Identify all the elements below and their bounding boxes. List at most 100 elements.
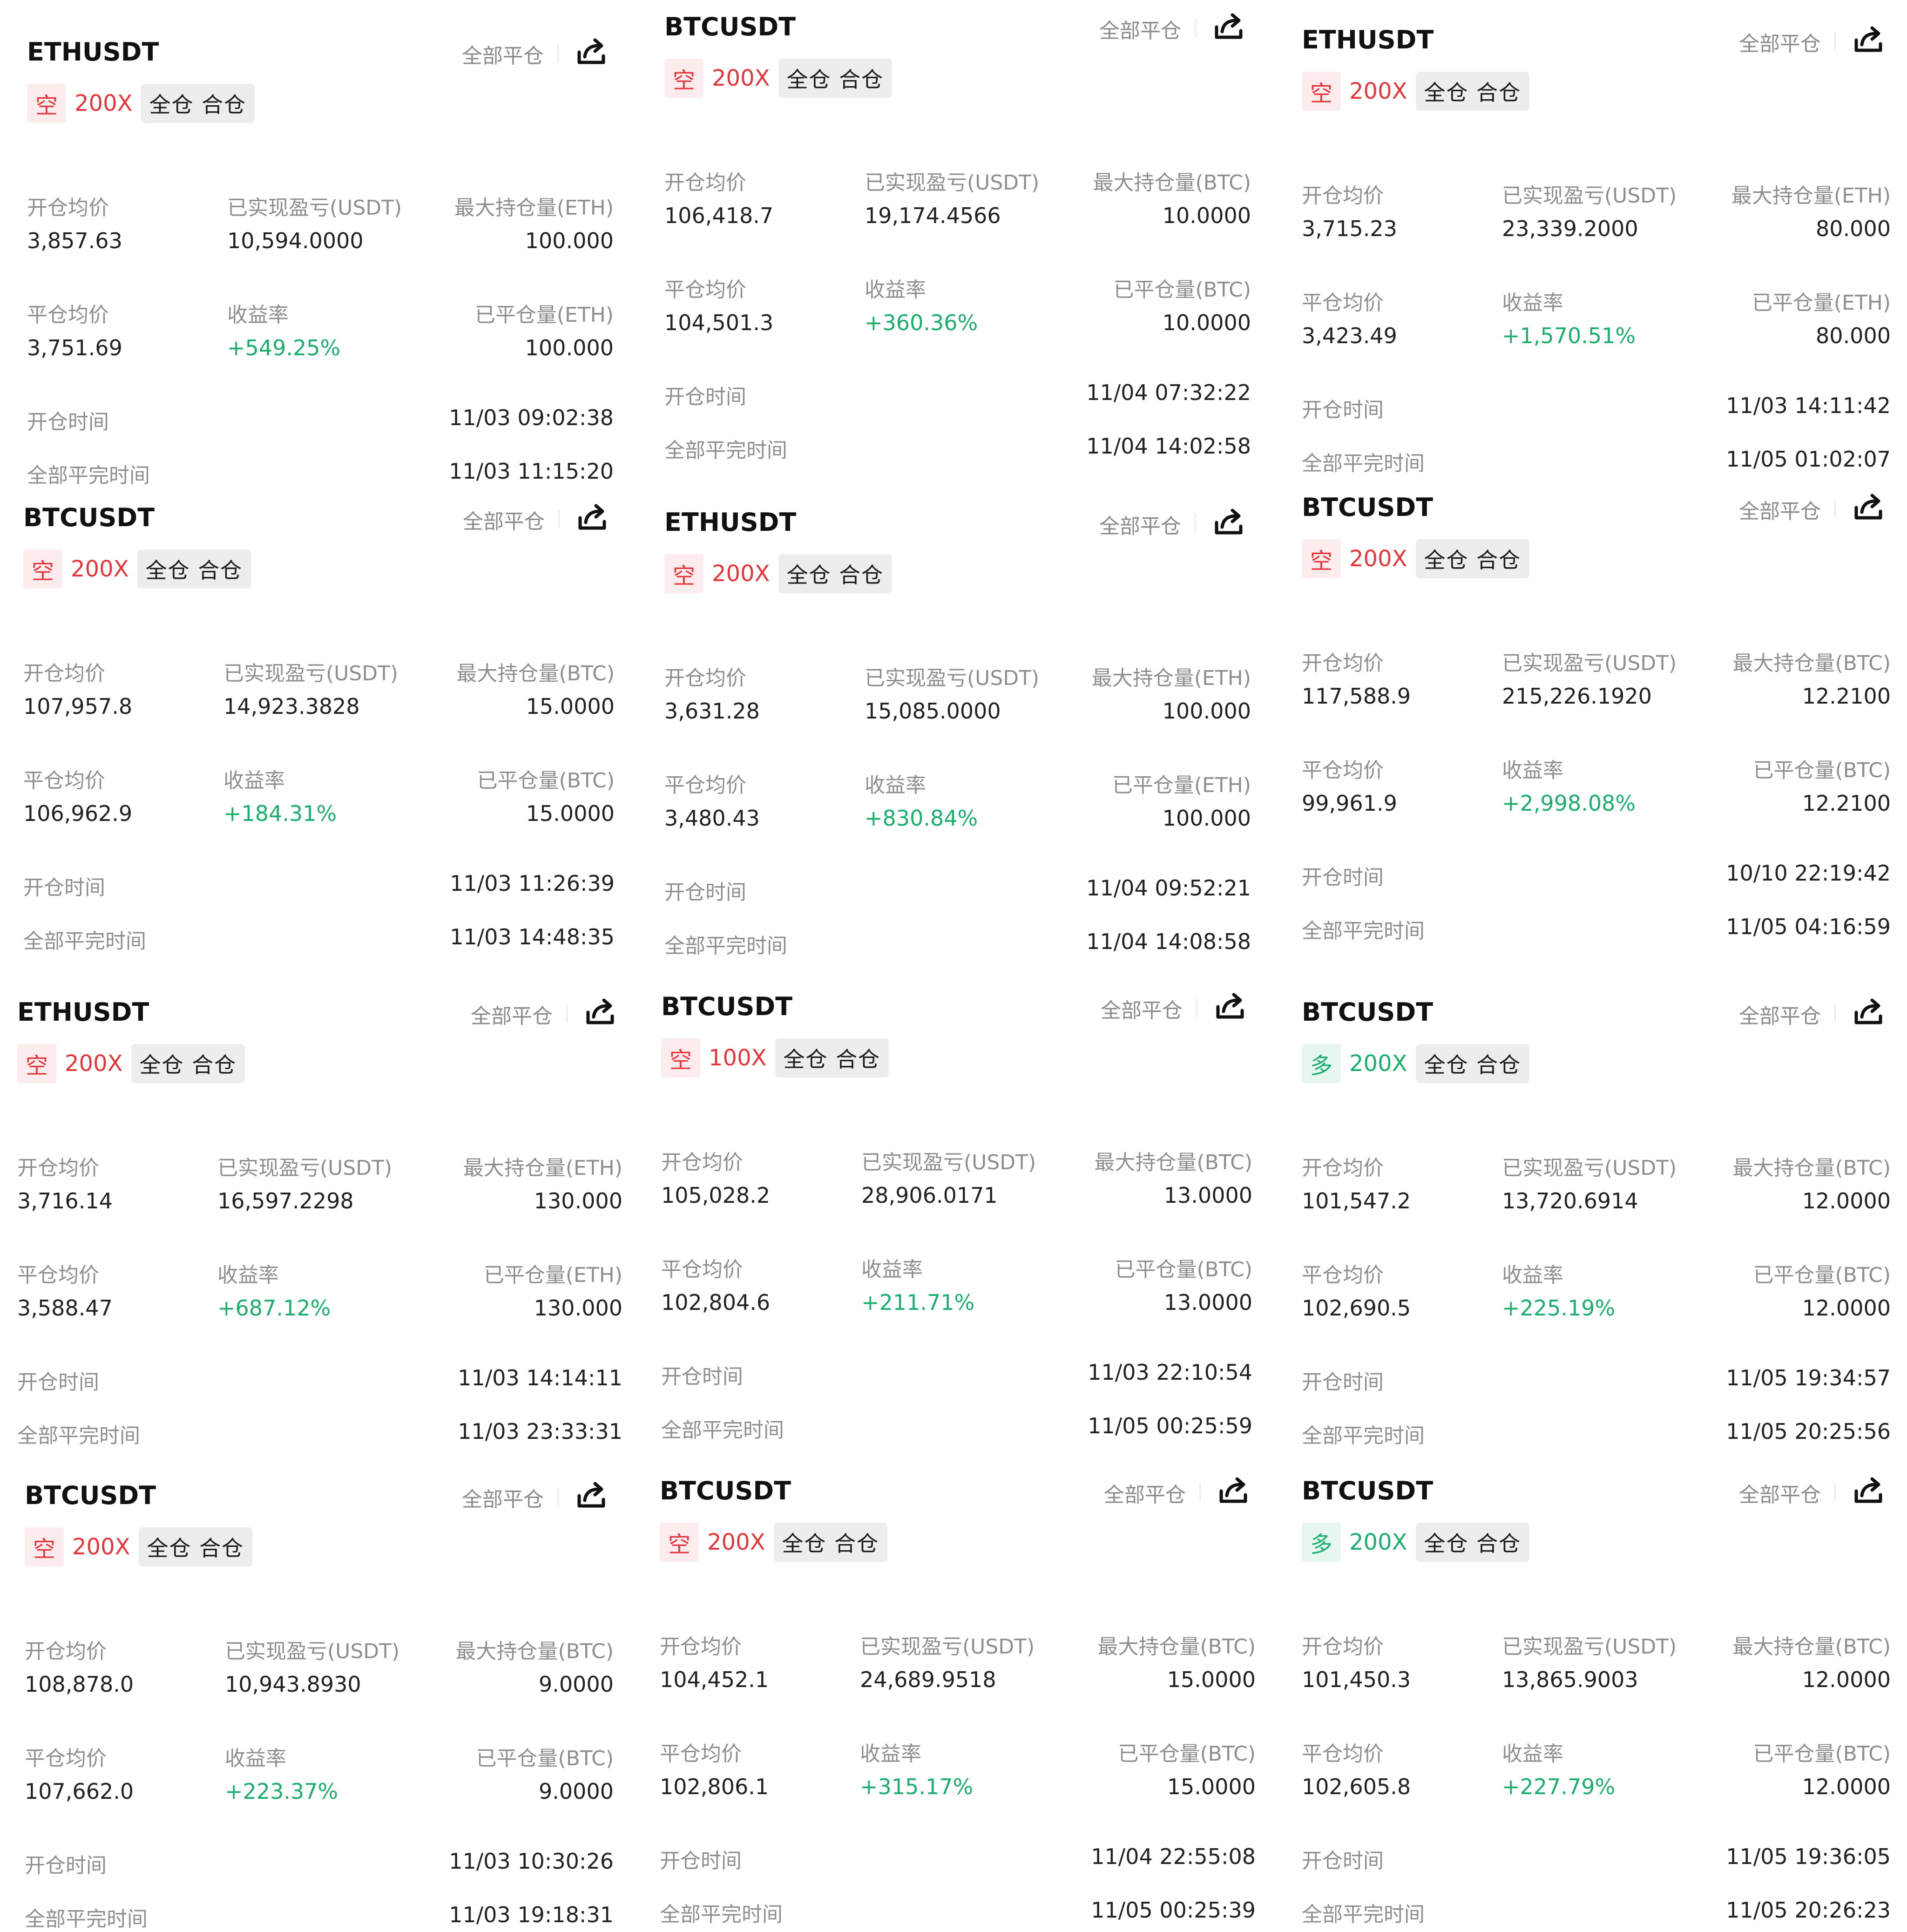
open-avg-value: 3,715.23 <box>1302 216 1397 241</box>
max-position-label: 最大持仓量(BTC) <box>1097 1635 1256 1659</box>
max-position-label: 最大持仓量(BTC) <box>1093 171 1251 195</box>
max-position-value: 80.000 <box>1816 216 1891 241</box>
realized-pnl-value: 28,906.0171 <box>861 1183 998 1208</box>
roi-value: +227.79% <box>1502 1774 1616 1799</box>
realized-pnl-label: 已实现盈亏(USDT) <box>865 666 1040 690</box>
realized-pnl-value: 13,720.6914 <box>1502 1188 1638 1213</box>
share-icon[interactable] <box>1850 1472 1887 1510</box>
leverage-badge: 200X <box>1349 1051 1407 1077</box>
roi-value: +1,570.51% <box>1502 323 1636 348</box>
close-all-button[interactable]: 全部平仓 <box>1099 509 1181 539</box>
share-icon[interactable] <box>1850 994 1887 1031</box>
max-position-label: 最大持仓量(BTC) <box>456 662 615 685</box>
open-time-label: 开仓时间 <box>660 1849 742 1873</box>
closed-qty-label: 已平仓量(ETH) <box>474 303 614 327</box>
close-all-button[interactable]: 全部平仓 <box>462 39 544 69</box>
side-badge: 空 <box>664 59 703 98</box>
roi-value: +225.19% <box>1502 1295 1616 1321</box>
roi-value: +211.71% <box>861 1290 975 1315</box>
share-icon[interactable] <box>1850 489 1887 526</box>
open-time-value: 11/03 09:02:38 <box>449 405 614 430</box>
close-all-button[interactable]: 全部平仓 <box>471 999 553 1029</box>
margin-mode-badge: 全仓 合仓 <box>1415 1523 1530 1562</box>
close-avg-label: 平仓均价 <box>1302 1742 1384 1766</box>
close-all-button[interactable]: 全部平仓 <box>1739 1478 1821 1508</box>
divider <box>1196 998 1197 1017</box>
open-avg-label: 开仓均价 <box>17 1156 99 1180</box>
max-position-value: 15.0000 <box>526 694 615 719</box>
close-all-button[interactable]: 全部平仓 <box>462 1483 544 1512</box>
closed-qty-value: 15.0000 <box>1167 1774 1256 1799</box>
max-position-label: 最大持仓量(BTC) <box>1094 1151 1252 1174</box>
full-close-time-label: 全部平完时间 <box>660 1903 783 1926</box>
position-card: ETHUSDT 全部平仓 空 200X 全仓 合仓 开仓均价 已实现盈亏(USD… <box>664 508 1251 958</box>
roi-label: 收益率 <box>865 278 926 302</box>
leverage-badge: 100X <box>709 1045 767 1071</box>
leverage-badge: 200X <box>74 90 133 116</box>
closed-qty-value: 100.000 <box>525 335 614 360</box>
close-avg-label: 平仓均价 <box>25 1747 107 1770</box>
share-icon[interactable] <box>1210 8 1247 46</box>
share-icon[interactable] <box>1850 21 1887 59</box>
position-card: BTCUSDT 全部平仓 空 200X 全仓 合仓 开仓均价 已实现盈亏(USD… <box>25 1481 614 1931</box>
share-icon[interactable] <box>1211 988 1249 1025</box>
close-all-button[interactable]: 全部平仓 <box>1099 14 1181 44</box>
symbol-title: BTCUSDT <box>1302 1476 1434 1505</box>
closed-qty-label: 已平仓量(BTC) <box>476 1747 614 1770</box>
max-position-label: 最大持仓量(BTC) <box>455 1640 614 1663</box>
position-card: BTCUSDT 全部平仓 多 200X 全仓 合仓 开仓均价 已实现盈亏(USD… <box>1302 994 1891 1448</box>
closed-qty-value: 100.000 <box>1162 806 1251 831</box>
close-avg-value: 3,588.47 <box>17 1295 113 1321</box>
share-icon[interactable] <box>582 994 619 1031</box>
roi-value: +687.12% <box>217 1295 331 1321</box>
close-all-button[interactable]: 全部平仓 <box>1101 994 1183 1024</box>
close-all-button[interactable]: 全部平仓 <box>463 505 545 535</box>
full-close-time-label: 全部平完时间 <box>664 934 787 958</box>
divider <box>1199 1483 1201 1501</box>
max-position-label: 最大持仓量(ETH) <box>1731 184 1891 208</box>
close-avg-value: 102,806.1 <box>660 1774 769 1799</box>
max-position-value: 100.000 <box>525 228 614 253</box>
full-close-time-label: 全部平完时间 <box>17 1424 140 1448</box>
open-time-value: 11/05 19:34:57 <box>1726 1365 1891 1390</box>
close-all-button[interactable]: 全部平仓 <box>1739 495 1821 524</box>
close-avg-label: 平仓均价 <box>17 1263 99 1287</box>
divider <box>1834 1483 1836 1501</box>
share-icon[interactable] <box>574 499 611 536</box>
divider <box>557 1487 559 1506</box>
leverage-badge: 200X <box>1349 1529 1407 1555</box>
share-icon[interactable] <box>573 34 610 71</box>
full-close-time-label: 全部平完时间 <box>25 1907 148 1931</box>
close-avg-label: 平仓均价 <box>1302 291 1384 315</box>
max-position-value: 12.0000 <box>1802 1188 1891 1213</box>
share-icon[interactable] <box>1210 504 1247 541</box>
side-badge: 空 <box>660 1523 699 1562</box>
close-all-button[interactable]: 全部平仓 <box>1104 1478 1186 1508</box>
close-all-button[interactable]: 全部平仓 <box>1739 999 1821 1029</box>
share-icon[interactable] <box>1215 1472 1252 1510</box>
realized-pnl-value: 23,339.2000 <box>1502 216 1638 241</box>
closed-qty-value: 10.0000 <box>1162 310 1251 335</box>
position-card: ETHUSDT 全部平仓 空 200X 全仓 合仓 开仓均价 已实现盈亏(USD… <box>27 34 614 488</box>
leverage-badge: 200X <box>65 1051 123 1077</box>
full-close-time-value: 11/03 19:18:31 <box>449 1902 614 1927</box>
position-history-grid: ETHUSDT 全部平仓 空 200X 全仓 合仓 开仓均价 已实现盈亏(USD… <box>0 0 1907 1931</box>
side-badge: 多 <box>1302 1044 1341 1083</box>
realized-pnl-label: 已实现盈亏(USDT) <box>225 1640 400 1663</box>
close-avg-label: 平仓均价 <box>1302 1263 1384 1287</box>
roi-label: 收益率 <box>1502 759 1563 782</box>
open-time-label: 开仓时间 <box>1302 1849 1384 1873</box>
side-badge: 空 <box>17 1044 56 1083</box>
open-avg-value: 3,857.63 <box>27 228 122 253</box>
share-icon[interactable] <box>573 1477 610 1514</box>
divider <box>1834 32 1836 50</box>
leverage-badge: 200X <box>72 1534 130 1560</box>
margin-mode-badge: 全仓 合仓 <box>773 1523 888 1562</box>
close-avg-label: 平仓均价 <box>27 303 109 327</box>
roi-label: 收益率 <box>217 1263 279 1287</box>
roi-value: +223.37% <box>225 1779 338 1804</box>
roi-label: 收益率 <box>860 1742 921 1766</box>
side-badge: 空 <box>23 549 62 589</box>
full-close-time-label: 全部平完时间 <box>1302 1424 1425 1448</box>
close-all-button[interactable]: 全部平仓 <box>1739 27 1821 57</box>
